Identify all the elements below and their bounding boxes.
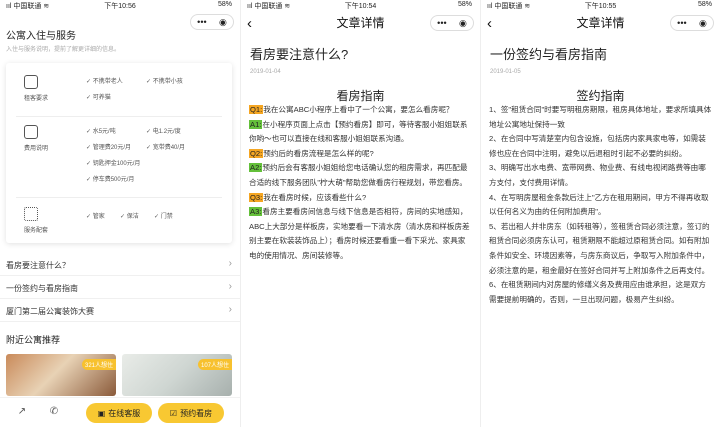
tag: ✓ 电1.2元/度 [146,129,181,135]
qa-item: A1:在小程序页面上点击【预约看房】即可，等待客服小姐姐联系你哟～也可以直接在线… [249,119,468,144]
apartment-thumbnail[interactable]: 107人想住 [122,354,232,396]
article-body: 1、签"租赁合同"时要写明租房期限，租房具体地址，要求所填具体地址公寓地址保持一… [489,103,712,307]
nav-bar: ‹ 文章详情 ••• ◉ [481,12,720,34]
article-body: Q1:我在公寓ABC小程序上看中了一个公寓，要怎么看房呢？ A1:在小程序页面上… [249,103,472,264]
answer-tag: A2: [249,163,263,173]
miniprogram-capsule[interactable]: ••• ◉ [190,14,234,30]
answer-tag: A3: [249,207,263,217]
interest-badge: 107人想住 [197,359,232,370]
list-item: 6、在租赁期间内对房屋的修缮义务及费用应由谁承担，这是双方需要提前明确的，否则，… [489,280,706,304]
battery: 58% [697,1,712,8]
services-label: 服务配套 [23,228,48,234]
book-viewing-button[interactable]: ☑ 预约看房 [158,403,224,423]
qa-item: A3:看房主要看房间信息与线下信息是否相符，房间的实地感知，ABC上大部分是样板… [249,207,470,260]
status-bar: ııl 中国联通 ≋ 下午10:54 58% [241,0,480,12]
qa-item: Q1:我在公寓ABC小程序上看中了一个公寓，要怎么看房呢？ [249,105,454,114]
clock: 下午10:54 [344,3,377,10]
status-bar: ııl 中国联通 ≋ 下午10:56 58% [0,0,240,12]
close-target-icon[interactable]: ◉ [699,18,707,29]
clock: 下午10:55 [584,3,617,10]
divider [16,197,222,198]
more-icon[interactable]: ••• [437,18,446,28]
list-item: 5、若出租人并非房东（如转租等），签租赁合同必须注意，签订的租赁合同必须房东认可… [489,221,710,275]
clock: 下午10:56 [104,3,136,10]
tag: ✓ 管家 [86,214,105,220]
miniprogram-capsule[interactable]: ••• ◉ [430,15,474,31]
nav-title: 文章详情 [336,16,385,30]
article-date: 2019-01-04 [250,69,281,75]
nav-title: 文章详情 [576,16,625,30]
more-icon[interactable]: ••• [197,17,206,27]
back-icon[interactable]: ‹ [487,15,492,32]
question-tag: Q1: [249,105,264,114]
online-service-button[interactable]: ▣ 在线客服 [86,403,152,423]
article-title: 看房要注意什么? [250,47,349,62]
requirements-label: 租客要求 [23,96,48,102]
share-icon[interactable]: ↗ [16,406,28,418]
chevron-right-icon: › [228,258,232,269]
more-icon[interactable]: ••• [677,18,686,28]
tag: ✓ 不携带小孩 [146,79,183,85]
qa-item: A2:预约后会有客服小姐姐给您电话确认您的租房需求，再匹配最合适的线下服务团队"… [249,163,468,187]
question-tag: Q2: [249,148,264,158]
status-bar: ııl 中国联通 ≋ 下午10:55 58% [481,0,720,12]
tag: ✓ 水5元/吨 [86,129,116,135]
battery: 58% [457,1,472,8]
article-link[interactable]: 一份签约与看房指南 › [0,278,240,299]
house-icon [24,125,38,139]
article-detail-screen: ııl 中国联通 ≋ 下午10:55 58% ‹ 文章详情 ••• ◉ 一份签约… [480,0,720,427]
fee-description: 费用说明 ✓ 水5元/吨 ✓ 电1.2元/度 ✓ 管理费20元/月 ✓ 宽带费4… [6,119,232,195]
interest-badge: 321人想住 [81,359,116,370]
article-heading: 看房指南 [336,89,385,103]
question-tag: Q3: [249,192,264,202]
qa-item: Q3:我在看房时候，应该看些什么? [249,192,367,202]
chevron-right-icon: › [228,281,232,292]
tag: ✓ 不携带老人 [86,79,123,85]
tenant-requirements: 租客要求 ✓ 不携带老人 ✓ 不携带小孩 ✓ 可养猫 [6,69,232,113]
apartment-thumbnail[interactable]: 321人想住 [6,354,116,396]
article-date: 2019-01-05 [490,69,521,75]
article-heading: 签约指南 [576,89,625,103]
list-item: 2、在合同中写清楚室内包含设施，包括房内家具家电等，如需装修也应在合同中注明，避… [489,134,706,158]
list-item: 4、在写明房屋租金条款后注上"乙方在租用期间，甲方不得再收取以任何名义为由的任何… [489,192,709,217]
tag: ✓ 停车费500元/月 [86,177,135,183]
article-link[interactable]: 厦门第二届公寓装饰大赛 › [0,301,240,322]
close-target-icon[interactable]: ◉ [219,17,227,28]
battery: 58% [217,1,232,8]
tag: ✓ 宽带费40/月 [146,145,186,151]
close-target-icon[interactable]: ◉ [459,18,467,29]
person-icon [24,75,38,89]
divider [16,116,222,117]
miniprogram-capsule[interactable]: ••• ◉ [670,15,714,31]
phone-icon[interactable]: ✆ [48,406,60,418]
tag: ✓ 门禁 [154,214,173,220]
answer-tag: A1: [249,119,263,129]
article-link[interactable]: 看房要注意什么？ › [0,255,240,276]
nav-bar: ‹ 文章详情 ••• ◉ [241,12,480,34]
tag: ✓ 保洁 [120,214,139,220]
chevron-right-icon: › [228,304,232,315]
section-subtitle: 入住与服务说明，提前了解更详细的信息。 [6,47,121,53]
article-detail-screen: ııl 中国联通 ≋ 下午10:54 58% ‹ 文章详情 ••• ◉ 看房要注… [240,0,480,427]
nearby-title: 附近公寓推荐 [6,335,61,345]
apartment-service-screen: ııl 中国联通 ≋ 下午10:56 58% ••• ◉ 公寓入住与服务 入住与… [0,0,240,427]
service-facilities: 服务配套 ✓ 管家 ✓ 保洁 ✓ 门禁 [6,201,232,241]
bottom-action-bar: ↗ ✆ ▣ 在线客服 ☑ 预约看房 [0,397,240,427]
fees-label: 费用说明 [23,146,48,152]
checkbox-icon: ☑ [169,408,178,418]
tag: ✓ 管理费20元/月 [86,145,132,151]
list-item: 3、明确写出水电费、宽带网费、物业费、有线电视闭路费等由哪方支付，支付费用详情。 [489,163,706,187]
article-title: 一份签约与看房指南 [490,47,608,62]
service-card: 租客要求 ✓ 不携带老人 ✓ 不携带小孩 ✓ 可养猫 费用说明 ✓ 水5元/吨 … [6,63,232,243]
qa-item: Q2:预约后的看房流程是怎么样的呢? [249,148,374,158]
list-item: 1、签"租赁合同"时要写明租房期限，租房具体地址，要求所填具体地址公寓地址保持一… [489,105,712,129]
chat-icon: ▣ [97,408,106,418]
tag: ✓ 钥匙押金100元/月 [86,161,141,167]
grid-icon [24,207,38,221]
tag: ✓ 可养猫 [86,95,111,101]
back-icon[interactable]: ‹ [247,15,252,32]
